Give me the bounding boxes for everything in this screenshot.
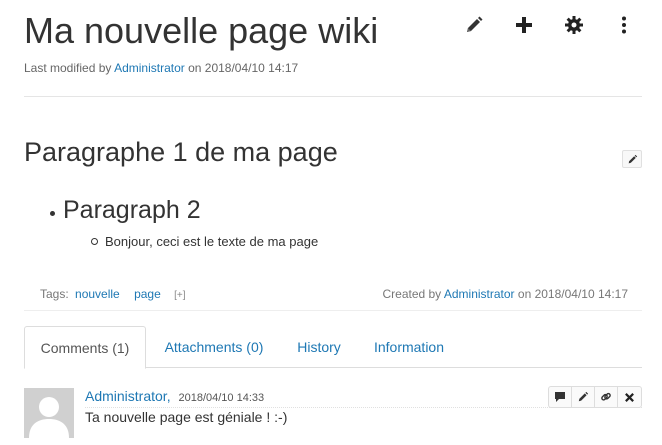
created-prefix: Created by — [382, 287, 442, 301]
reply-icon — [555, 392, 565, 402]
comment-date: 2018/04/10 14:33 — [178, 392, 265, 404]
created-info: Created by Administrator on 2018/04/10 1… — [382, 287, 628, 301]
add-page-button[interactable] — [508, 12, 540, 38]
tab-comments[interactable]: Comments (1) — [24, 326, 146, 369]
last-modified-user-link[interactable]: Administrator — [114, 61, 185, 75]
last-modified-prefix: Last modified by — [24, 61, 112, 75]
page-title: Ma nouvelle page wiki — [24, 10, 379, 51]
link-icon — [601, 392, 611, 401]
page-footer-info: Tags: nouvelle page [+] Created by Admin… — [24, 276, 642, 311]
edit-page-button[interactable] — [458, 12, 490, 38]
list-item-level1: Paragraph 2 — [50, 196, 201, 225]
permalink-comment-button[interactable] — [595, 387, 618, 407]
list-item-level1-text: Paragraph 2 — [63, 196, 201, 224]
comment-text: Ta nouvelle page est géniale ! :-) — [85, 409, 288, 425]
last-modified-date: on 2018/04/10 14:17 — [188, 61, 299, 75]
content-heading: Paragraphe 1 de ma page — [24, 137, 338, 167]
more-vertical-icon — [622, 16, 626, 34]
list-item-level2-text: Bonjour, ceci est le texte de ma page — [105, 234, 319, 249]
comment-header: Administrator, 2018/04/10 14:33 — [85, 388, 264, 404]
reply-comment-button[interactable] — [549, 387, 572, 407]
page-toolbar — [458, 12, 640, 38]
list-item-level2: Bonjour, ceci est le texte de ma page — [91, 234, 318, 249]
bullet-circle — [91, 238, 98, 245]
created-user-link[interactable]: Administrator — [444, 287, 515, 301]
delete-icon — [625, 392, 634, 402]
edit-icon — [578, 391, 589, 402]
tag-link[interactable]: page — [134, 287, 161, 301]
tab-history[interactable]: History — [286, 326, 352, 368]
tags-label: Tags: — [40, 287, 69, 301]
created-date: on 2018/04/10 14:17 — [517, 287, 628, 301]
tags-list: Tags: nouvelle page [+] — [40, 287, 186, 301]
avatar — [24, 388, 74, 438]
edit-comment-button[interactable] — [572, 387, 595, 407]
edit-icon — [467, 16, 483, 32]
settings-button[interactable] — [558, 12, 590, 38]
comment-author-link[interactable]: Administrator, — [85, 388, 171, 404]
edit-icon — [628, 154, 637, 163]
tab-attachments[interactable]: Attachments (0) — [154, 326, 274, 368]
add-tag-button[interactable]: [+] — [174, 290, 185, 301]
gear-icon — [565, 16, 583, 34]
more-actions-button[interactable] — [608, 12, 640, 38]
tab-information[interactable]: Information — [364, 326, 454, 368]
user-avatar-icon — [24, 388, 74, 438]
add-icon — [516, 17, 532, 33]
bullet-dot — [50, 211, 55, 216]
title-divider — [24, 96, 642, 97]
comment-actions — [548, 386, 642, 408]
last-modified-info: Last modified by Administrator on 2018/0… — [24, 61, 298, 75]
doc-extra-tabs: Comments (1) Attachments (0) History Inf… — [24, 326, 642, 369]
delete-comment-button[interactable] — [618, 387, 641, 407]
tag-link[interactable]: nouvelle — [75, 287, 120, 301]
edit-section-button[interactable] — [622, 150, 642, 168]
